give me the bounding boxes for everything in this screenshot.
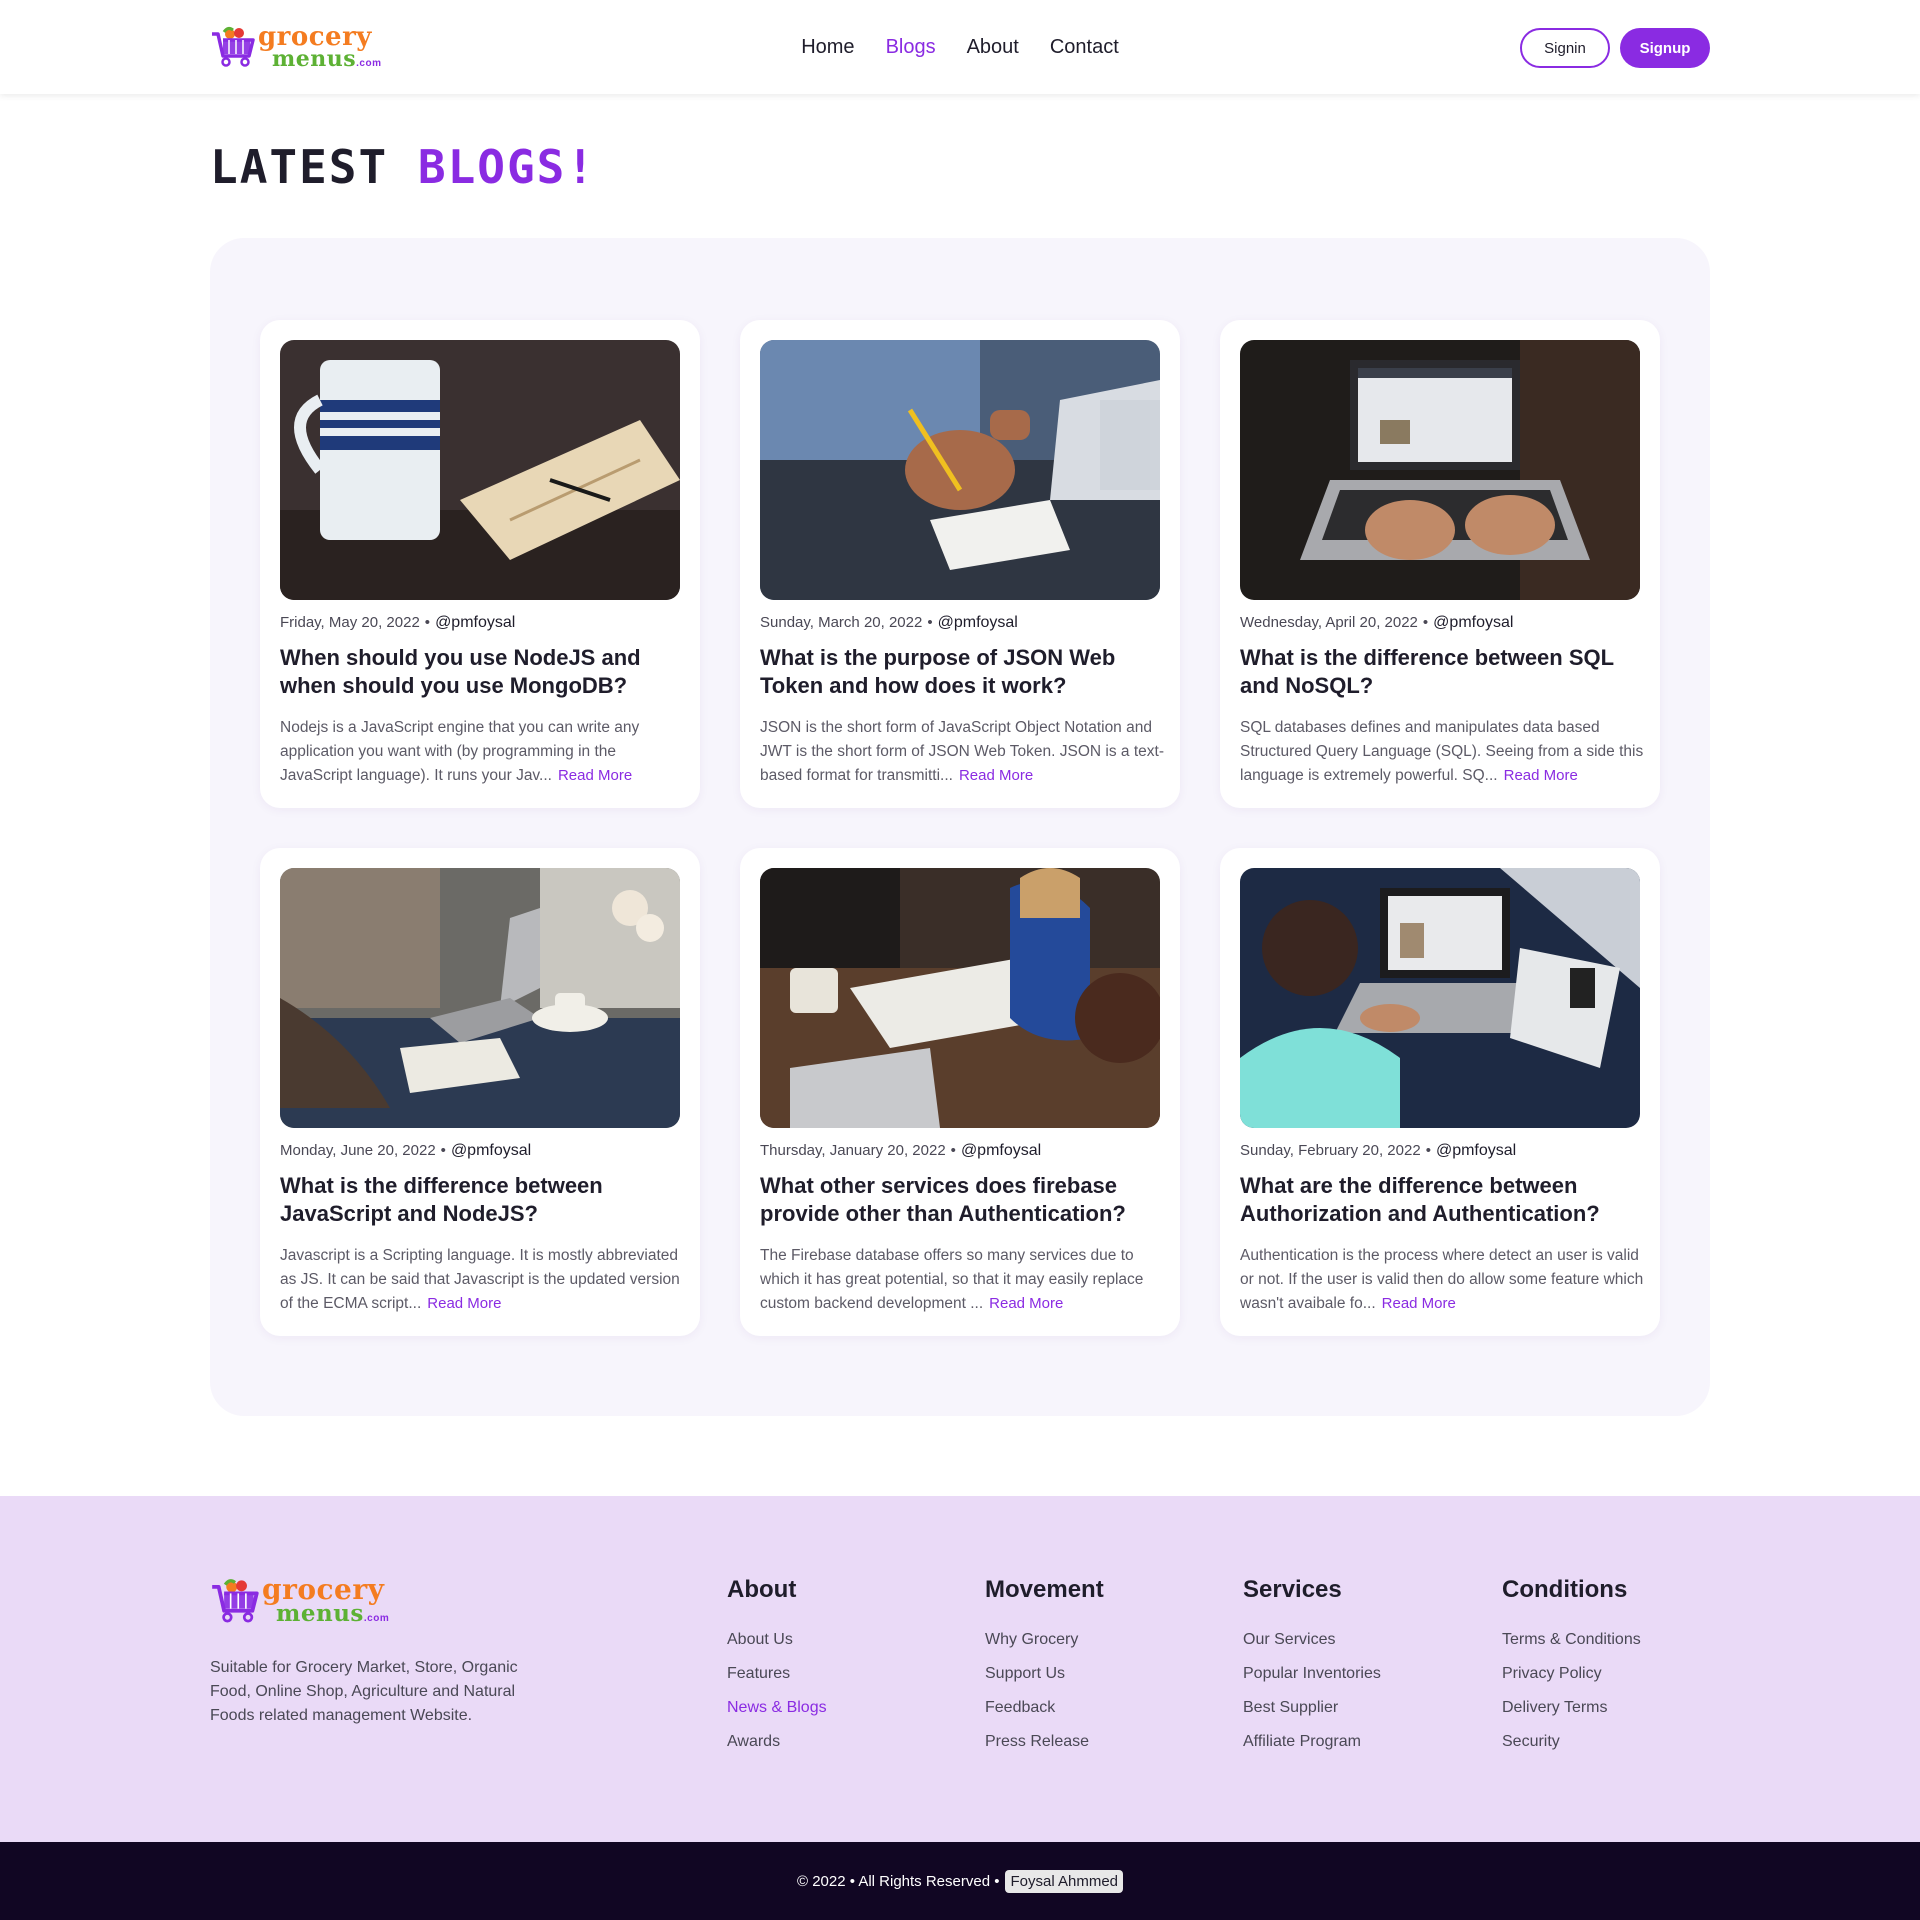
blog-meta: Sunday, February 20, 2022 • @pmfoysal bbox=[1240, 1142, 1517, 1159]
blog-author[interactable]: @pmfoysal bbox=[1436, 1142, 1516, 1159]
footer-link[interactable]: Press Release bbox=[985, 1732, 1104, 1752]
footer-link[interactable]: Feedback bbox=[985, 1698, 1104, 1718]
blog-author[interactable]: @pmfoysal bbox=[1433, 614, 1513, 631]
footer-column-services: Services Our Services Popular Inventorie… bbox=[1243, 1576, 1381, 1766]
blog-excerpt: JSON is the short form of JavaScript Obj… bbox=[760, 719, 1164, 784]
footer-link[interactable]: Awards bbox=[727, 1732, 827, 1752]
blog-card[interactable]: Monday, June 20, 2022 • @pmfoysal What is … bbox=[260, 848, 700, 1336]
footer-link[interactable]: Delivery Terms bbox=[1502, 1698, 1641, 1718]
woman-laptop-bed-photo[interactable] bbox=[1240, 868, 1640, 1128]
blog-title[interactable]: When should you use NodeJS and when shou… bbox=[280, 644, 680, 700]
blog-author[interactable]: @pmfoysal bbox=[961, 1142, 1041, 1159]
blog-title[interactable]: What are the difference between Authoriz… bbox=[1240, 1172, 1640, 1228]
blog-excerpt: Nodejs is a JavaScript engine that you c… bbox=[280, 719, 640, 784]
footer-column-heading: Services bbox=[1243, 1576, 1342, 1603]
footer-link[interactable]: Popular Inventories bbox=[1243, 1664, 1381, 1684]
blog-author[interactable]: @pmfoysal bbox=[435, 614, 515, 631]
blog-meta: Thursday, January 20, 2022 • @pmfoysal bbox=[760, 1142, 1042, 1159]
brand-logo[interactable]: grocery menus.com bbox=[210, 24, 382, 70]
site-header: grocery menus.com Home Blogs About Conta… bbox=[0, 0, 1920, 94]
shopping-cart-icon bbox=[212, 1578, 259, 1622]
blog-date: Wednesday, April 20, 2022 bbox=[1240, 614, 1418, 631]
nav-blogs[interactable]: Blogs bbox=[886, 36, 936, 59]
person-writing-photo[interactable] bbox=[760, 340, 1160, 600]
footer-brand-logo[interactable]: grocery menus.com bbox=[210, 1576, 389, 1625]
blog-title[interactable]: What other services does firebase provid… bbox=[760, 1172, 1160, 1228]
signup-button[interactable]: Signup bbox=[1620, 28, 1710, 68]
blog-card[interactable]: Wednesday, April 20, 2022 • @pmfoysal What… bbox=[1220, 320, 1660, 808]
blog-excerpt: Javascript is a Scripting language. It i… bbox=[280, 1247, 680, 1312]
read-more-link[interactable]: Read More bbox=[1504, 767, 1578, 784]
blog-meta: Wednesday, April 20, 2022 • @pmfoysal bbox=[1240, 614, 1514, 631]
blog-meta: Monday, June 20, 2022 • @pmfoysal bbox=[280, 1142, 532, 1159]
brand-tld: .com bbox=[363, 1613, 390, 1624]
blog-card[interactable]: Sunday, March 20, 2022 • @pmfoysal What is… bbox=[740, 320, 1180, 808]
page-title: Latest Blogs! bbox=[210, 140, 596, 194]
read-more-link[interactable]: Read More bbox=[1382, 1295, 1456, 1312]
footer-column-heading: About bbox=[727, 1576, 797, 1603]
blog-card[interactable]: Thursday, January 20, 2022 • @pmfoysal Wha… bbox=[740, 848, 1180, 1336]
blog-date: Sunday, March 20, 2022 bbox=[760, 614, 923, 631]
footer-link[interactable]: Our Services bbox=[1243, 1630, 1381, 1650]
page-title-accent: Blogs! bbox=[417, 140, 597, 194]
read-more-link[interactable]: Read More bbox=[427, 1295, 501, 1312]
footer-link[interactable]: Affiliate Program bbox=[1243, 1732, 1381, 1752]
desk-laptop-flowers-photo[interactable] bbox=[280, 868, 680, 1128]
blog-title[interactable]: What is the difference between JavaScrip… bbox=[280, 1172, 680, 1228]
blog-title[interactable]: What is the purpose of JSON Web Token an… bbox=[760, 644, 1160, 700]
team-meeting-photo[interactable] bbox=[760, 868, 1160, 1128]
footer-link[interactable]: Security bbox=[1502, 1732, 1641, 1752]
blog-grid: Friday, May 20, 2022 • @pmfoysal When shou… bbox=[210, 238, 1710, 1416]
read-more-link[interactable]: Read More bbox=[558, 767, 632, 784]
blog-author[interactable]: @pmfoysal bbox=[451, 1142, 531, 1159]
brand-tld: .com bbox=[356, 58, 382, 69]
blog-excerpt: The Firebase database offers so many ser… bbox=[760, 1247, 1144, 1312]
brand-word-secondary: menus.com bbox=[276, 1600, 390, 1627]
footer-column-conditions: Conditions Terms & Conditions Privacy Po… bbox=[1502, 1576, 1641, 1766]
nav-home[interactable]: Home bbox=[801, 36, 854, 59]
brand-word-secondary: menus.com bbox=[272, 46, 382, 72]
blog-meta: Sunday, March 20, 2022 • @pmfoysal bbox=[760, 614, 1018, 631]
footer-link[interactable]: Why Grocery bbox=[985, 1630, 1104, 1650]
blog-date: Monday, June 20, 2022 bbox=[280, 1142, 436, 1159]
footer-link[interactable]: Best Supplier bbox=[1243, 1698, 1381, 1718]
footer-column-heading: Movement bbox=[985, 1576, 1104, 1603]
blog-meta: Friday, May 20, 2022 • @pmfoysal bbox=[280, 614, 516, 631]
copyright-bar: © 2022 • All Rights Reserved • Foysal Ah… bbox=[0, 1842, 1920, 1920]
read-more-link[interactable]: Read More bbox=[989, 1295, 1063, 1312]
footer-link[interactable]: Privacy Policy bbox=[1502, 1664, 1641, 1684]
copyright-text: © 2022 • All Rights Reserved • bbox=[796, 1872, 1000, 1890]
footer-link[interactable]: Features bbox=[727, 1664, 827, 1684]
footer-link[interactable]: Support Us bbox=[985, 1664, 1104, 1684]
blog-date: Friday, May 20, 2022 bbox=[280, 614, 420, 631]
blog-date: Thursday, January 20, 2022 bbox=[760, 1142, 946, 1159]
blog-card[interactable]: Friday, May 20, 2022 • @pmfoysal When shou… bbox=[260, 320, 700, 808]
blog-title[interactable]: What is the difference between SQL and N… bbox=[1240, 644, 1640, 700]
blog-excerpt: Authentication is the process where dete… bbox=[1240, 1247, 1644, 1312]
shopping-cart-icon bbox=[212, 26, 255, 67]
footer-description: Suitable for Grocery Market, Store, Orga… bbox=[210, 1659, 518, 1724]
blog-card[interactable]: Sunday, February 20, 2022 • @pmfoysal What… bbox=[1220, 848, 1660, 1336]
page-title-prefix: Latest bbox=[210, 140, 389, 194]
laptop-typing-photo[interactable] bbox=[1240, 340, 1640, 600]
footer-link[interactable]: Terms & Conditions bbox=[1502, 1630, 1641, 1650]
coffee-mug-notebook-photo[interactable] bbox=[280, 340, 680, 600]
nav-contact[interactable]: Contact bbox=[1050, 36, 1119, 59]
signin-button[interactable]: Signin bbox=[1520, 28, 1610, 68]
site-footer: grocery menus.com Suitable for Grocery M… bbox=[0, 1496, 1920, 1842]
blog-author[interactable]: @pmfoysal bbox=[938, 614, 1018, 631]
footer-link[interactable]: About Us bbox=[727, 1630, 827, 1650]
footer-link[interactable]: News & Blogs bbox=[727, 1698, 827, 1718]
read-more-link[interactable]: Read More bbox=[959, 767, 1033, 784]
blog-excerpt: SQL databases defines and manipulates da… bbox=[1240, 719, 1644, 784]
footer-column-about: About About Us Features News & Blogs Awa… bbox=[727, 1576, 827, 1766]
nav-about[interactable]: About bbox=[967, 36, 1019, 59]
copyright-owner[interactable]: Foysal Ahmmed bbox=[1005, 1869, 1124, 1893]
footer-column-movement: Movement Why Grocery Support Us Feedback… bbox=[985, 1576, 1104, 1766]
blog-date: Sunday, February 20, 2022 bbox=[1240, 1142, 1421, 1159]
footer-column-heading: Conditions bbox=[1502, 1576, 1628, 1603]
